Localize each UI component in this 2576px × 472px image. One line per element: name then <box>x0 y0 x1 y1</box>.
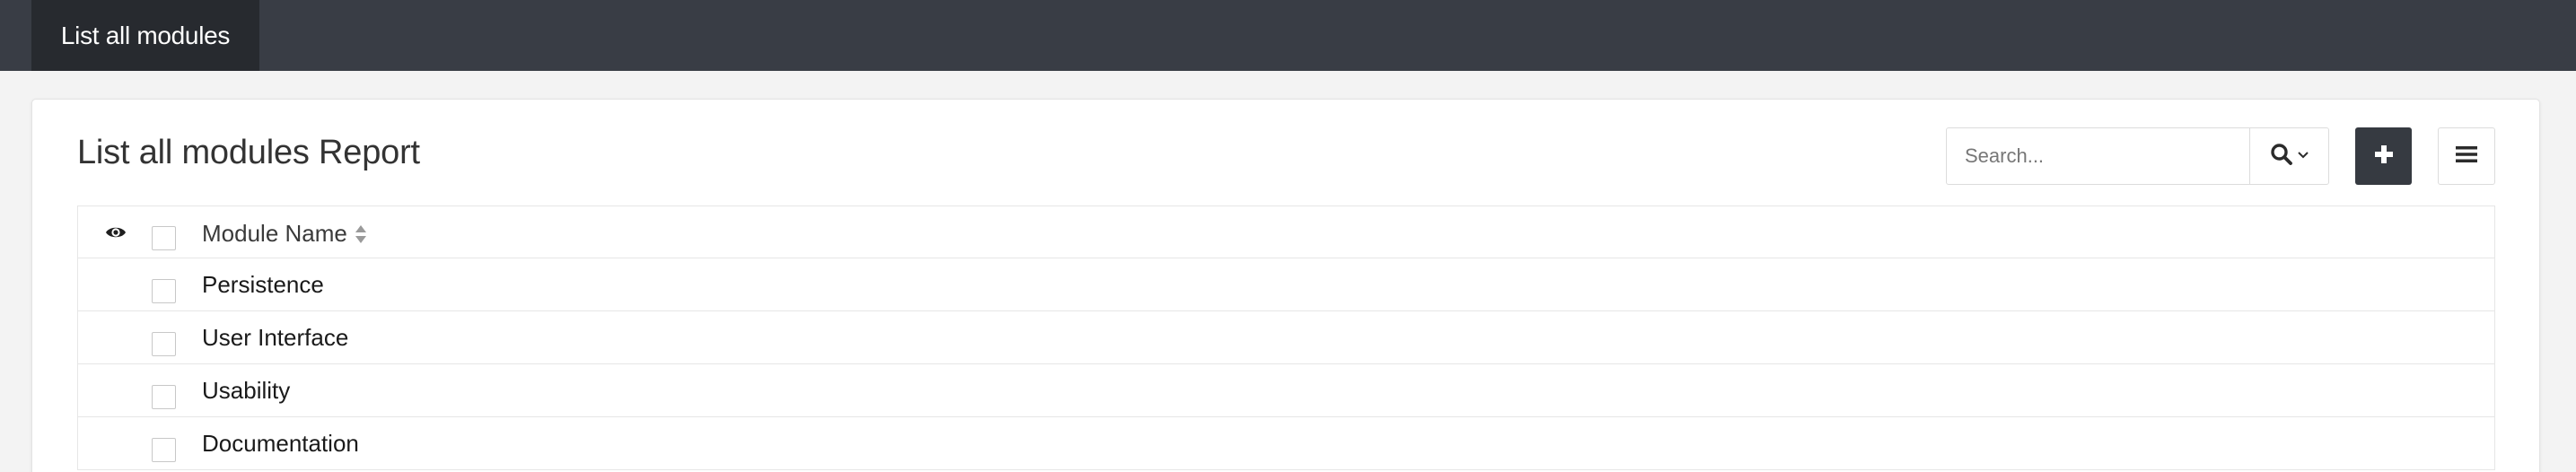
table-row[interactable]: Persistence <box>78 258 2494 311</box>
row-checkbox[interactable] <box>152 332 176 356</box>
search-button[interactable] <box>2249 128 2328 184</box>
select-all-checkbox[interactable] <box>152 226 176 250</box>
nav-tab-list-all-modules[interactable]: List all modules <box>31 0 259 71</box>
table-header-row: Module Name <box>78 206 2494 258</box>
eye-icon[interactable] <box>105 223 127 241</box>
plus-icon <box>2374 144 2394 169</box>
chevron-down-icon <box>2297 148 2309 164</box>
row-checkbox[interactable] <box>152 279 176 303</box>
table-row[interactable]: Usability <box>78 364 2494 417</box>
module-name-cell: Usability <box>202 377 291 404</box>
module-name-cell: User Interface <box>202 324 349 351</box>
report-panel: List all modules Report Search... Module… <box>31 99 2540 472</box>
modules-table: Module Name Persistence User Interface U… <box>77 205 2495 470</box>
row-checkbox[interactable] <box>152 385 176 409</box>
add-module-button[interactable] <box>2355 127 2412 185</box>
hamburger-menu-icon <box>2455 144 2478 169</box>
page-title: List all modules Report <box>77 134 420 171</box>
search-icon <box>2270 143 2293 170</box>
top-navbar: List all modules <box>0 0 2576 71</box>
search-input[interactable] <box>1947 128 2249 184</box>
table-row[interactable]: Documentation <box>78 417 2494 470</box>
sort-icon <box>355 224 367 244</box>
column-header-module-name[interactable]: Module Name <box>202 206 367 259</box>
column-header-label: Module Name <box>202 219 347 247</box>
module-name-cell: Persistence <box>202 271 324 298</box>
row-checkbox[interactable] <box>152 438 176 462</box>
table-row[interactable]: User Interface <box>78 311 2494 364</box>
menu-button[interactable] <box>2438 127 2495 185</box>
module-name-cell: Documentation <box>202 430 359 457</box>
search-group <box>1946 127 2329 185</box>
